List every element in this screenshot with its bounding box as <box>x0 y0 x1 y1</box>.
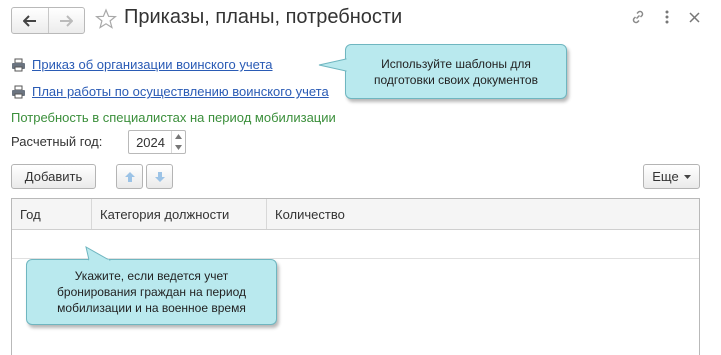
more-label: Еще <box>652 169 679 184</box>
printer-icon <box>12 85 25 98</box>
navigation-buttons <box>11 7 85 34</box>
arrow-down-icon <box>154 171 165 182</box>
column-quantity[interactable]: Количество <box>266 199 699 229</box>
templates-tooltip-text: Используйте шаблоны для подготовки своих… <box>374 56 538 87</box>
back-button[interactable] <box>12 8 48 33</box>
page-title: Приказы, планы, потребности <box>124 6 403 28</box>
table-row[interactable] <box>12 230 699 259</box>
more-vertical-icon[interactable] <box>664 9 670 25</box>
link-row-order: Приказ об организации воинского учета <box>11 57 273 72</box>
printer-icon <box>12 58 25 71</box>
year-value: 2024 <box>136 135 165 150</box>
plan-link[interactable]: План работы по осуществлению воинского у… <box>32 84 329 99</box>
close-icon[interactable] <box>689 12 700 23</box>
year-label: Расчетный год: <box>11 134 103 149</box>
arrow-up-icon <box>124 171 135 182</box>
order-link[interactable]: Приказ об организации воинского учета <box>32 57 273 72</box>
year-input[interactable]: 2024 <box>128 130 186 154</box>
table-header: Год Категория должности Количество <box>12 199 699 230</box>
arrow-left-icon <box>22 14 36 27</box>
booking-tooltip: Укажите, если ведется учет бронирования … <box>26 259 277 325</box>
templates-tooltip: Используйте шаблоны для подготовки своих… <box>345 44 567 99</box>
link-icon[interactable] <box>630 9 646 25</box>
more-button[interactable]: Еще <box>643 164 700 189</box>
move-down-button[interactable] <box>146 164 173 189</box>
column-category[interactable]: Категория должности <box>91 199 266 229</box>
tooltip-pointer <box>85 246 111 261</box>
chevron-down-icon <box>683 174 691 179</box>
booking-tooltip-text: Укажите, если ведется учет бронирования … <box>57 269 246 315</box>
link-row-plan: План работы по осуществлению воинского у… <box>11 84 329 99</box>
star-icon[interactable] <box>95 8 117 30</box>
column-year[interactable]: Год <box>12 199 91 229</box>
section-heading: Потребность в специалистах на период моб… <box>11 110 336 125</box>
forward-button[interactable] <box>47 8 85 33</box>
tooltip-pointer <box>318 58 347 72</box>
chevron-up-icon[interactable] <box>175 134 182 139</box>
chevron-down-icon[interactable] <box>175 145 182 150</box>
add-button[interactable]: Добавить <box>11 164 96 189</box>
move-up-button[interactable] <box>116 164 143 189</box>
year-spinner[interactable] <box>171 131 185 153</box>
arrow-right-icon <box>60 14 74 27</box>
